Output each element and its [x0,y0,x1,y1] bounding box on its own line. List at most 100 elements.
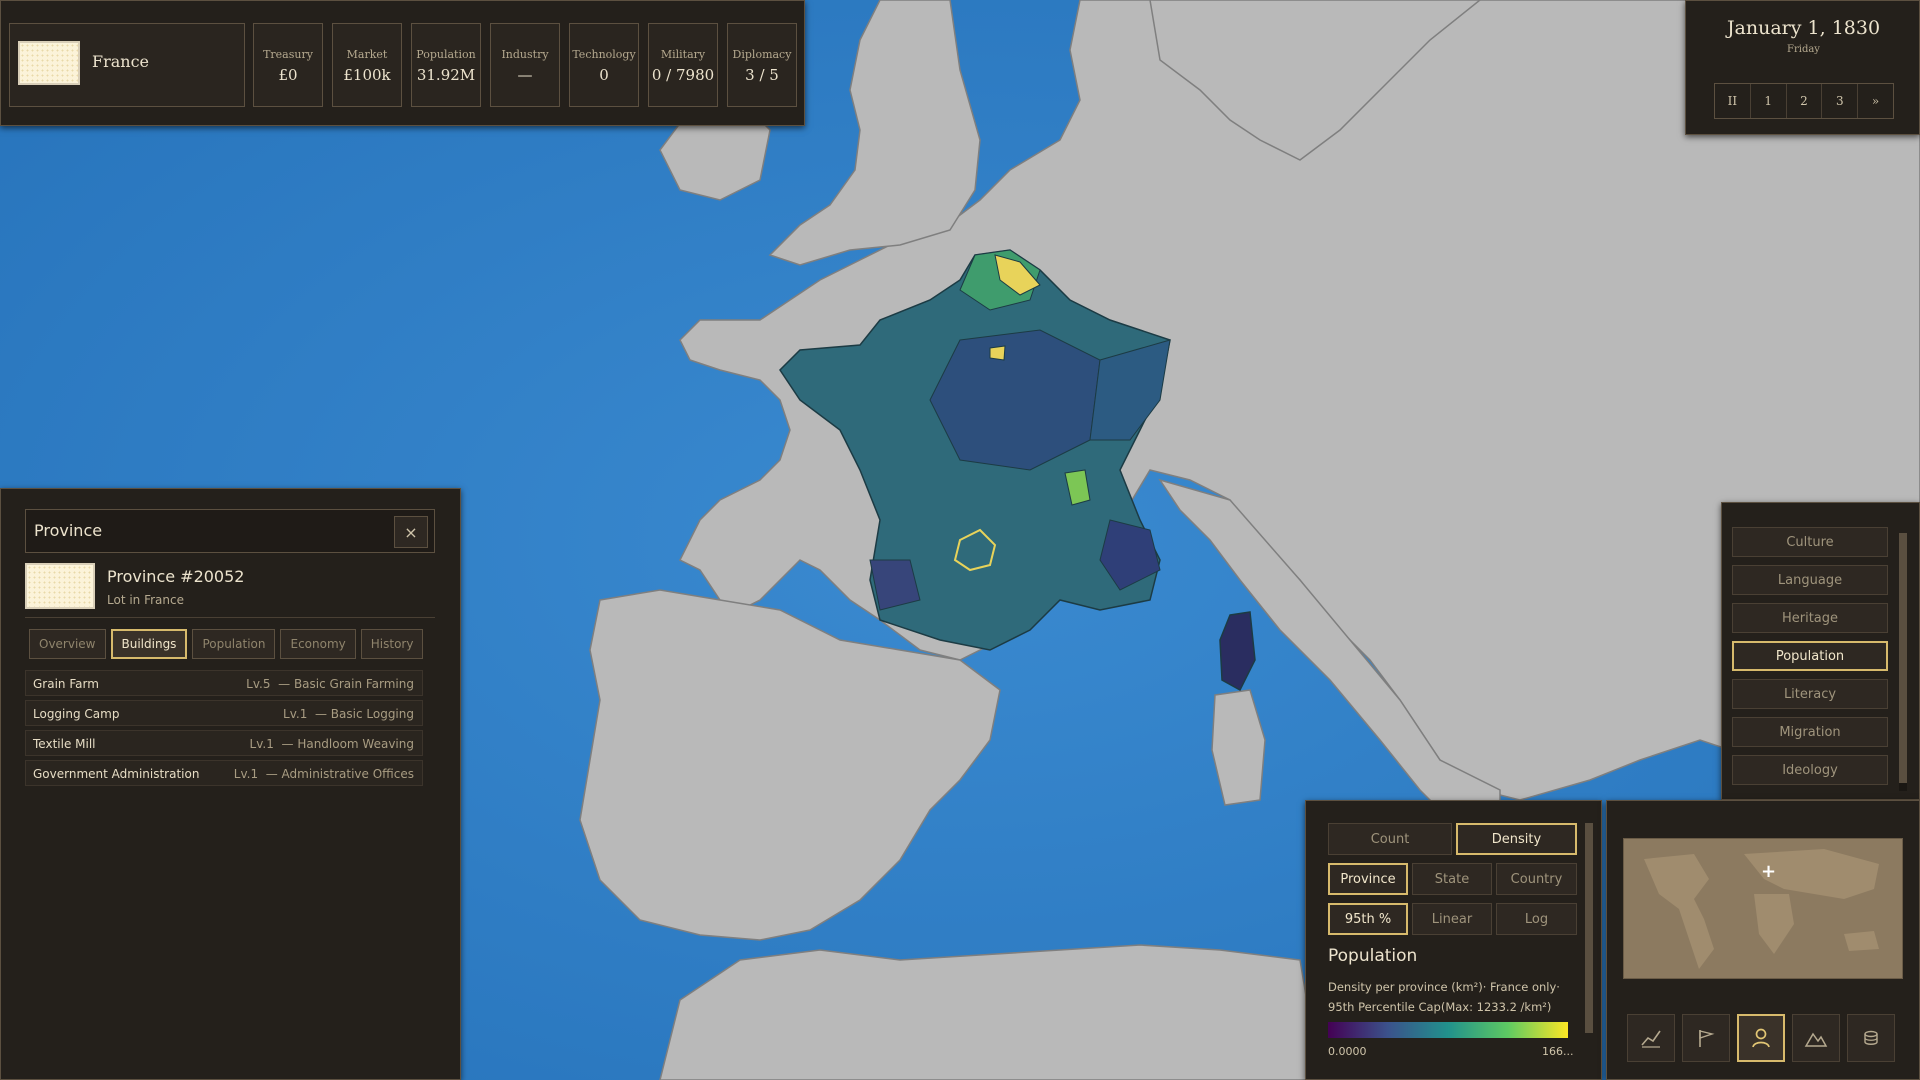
france-region-paris[interactable] [989,345,1006,361]
tab-buildings[interactable]: Buildings [110,629,188,659]
scale-linear-button[interactable]: Linear [1412,903,1492,935]
legend-scrollbar[interactable] [1585,823,1593,1033]
person-icon [1752,1028,1770,1048]
stat-value: 0 / 7980 [651,66,715,84]
stat-value: 0 [599,66,609,84]
legend-description-line: 95th Percentile Cap(Max: 1233.2 /km²) [1328,1000,1552,1014]
minimap-americas [1644,854,1714,969]
stat-military[interactable]: Military 0 / 7980 [648,23,718,107]
layers-scrollbar[interactable] [1899,533,1907,791]
stat-treasury[interactable]: Treasury £0 [253,23,323,107]
list-item[interactable]: Logging Camp Lv.1 — Basic Logging [25,700,423,726]
stat-value: 31.92M [416,66,476,84]
scope-country-button[interactable]: Country [1496,863,1577,895]
layer-language[interactable]: Language [1732,565,1888,595]
chart-icon [1641,1030,1661,1048]
country-flag[interactable] [18,41,80,85]
pause-button[interactable]: II [1715,84,1751,118]
province-panel: Province × Province #20052 Lot in France… [0,488,461,1080]
speed-1-button[interactable]: 1 [1751,84,1787,118]
layer-heritage[interactable]: Heritage [1732,603,1888,633]
stat-label: Military [660,48,706,61]
province-tabs: Overview Buildings Population Economy Hi… [29,629,424,659]
legend-panel: Count Density Province State Country 95t… [1305,800,1602,1080]
map-layers-panel: Culture Language Heritage Population Lit… [1721,502,1920,800]
building-method: — Handloom Weaving [281,737,415,751]
economy-button[interactable] [1847,1014,1895,1062]
stat-industry[interactable]: Industry — [490,23,560,107]
layer-ideology[interactable]: Ideology [1732,755,1888,785]
scale-min-label: 0.0000 [1328,1045,1367,1058]
chart-button[interactable] [1627,1014,1675,1062]
stat-value: £0 [278,66,298,84]
building-level-value: Lv.1 [283,707,308,721]
list-item[interactable]: Grain Farm Lv.5 — Basic Grain Farming [25,670,423,696]
building-level: Lv.5 — Basic Grain Farming [246,677,414,691]
fast-forward-button[interactable]: » [1858,84,1893,118]
flag-button[interactable] [1682,1014,1730,1062]
scope-province-button[interactable]: Province [1328,863,1408,895]
stat-value: — [517,66,533,84]
stat-diplomacy[interactable]: Diplomacy 3 / 5 [727,23,797,107]
close-icon: × [404,522,418,542]
stat-label: Diplomacy [732,48,792,61]
stat-value: £100k [343,66,391,84]
stat-value: 3 / 5 [745,66,779,84]
minimap[interactable]: + [1623,838,1903,979]
viewport-marker-icon: + [1761,861,1777,882]
mode-density-button[interactable]: Density [1456,823,1577,855]
scope-state-button[interactable]: State [1412,863,1492,895]
stat-label: Market [346,48,388,61]
list-item[interactable]: Textile Mill Lv.1 — Handloom Weaving [25,730,423,756]
scale-95th-button[interactable]: 95th % [1328,903,1408,935]
close-button[interactable]: × [394,516,428,548]
building-name: Logging Camp [33,707,120,721]
top-bar: France Treasury £0 Market £100k Populati… [0,0,805,126]
tab-population[interactable]: Population [192,629,276,659]
weekday-display: Friday [1787,44,1820,55]
layer-literacy[interactable]: Literacy [1732,679,1888,709]
minimap-africa [1754,894,1794,954]
scale-log-button[interactable]: Log [1496,903,1577,935]
building-method: — Administrative Offices [265,767,414,781]
province-panel-title: Province [34,521,103,540]
building-name: Grain Farm [33,677,99,691]
list-item[interactable]: Government Administration Lv.1 — Adminis… [25,760,423,786]
province-flag [25,563,95,609]
country-selector[interactable]: France [9,23,245,107]
country-name: France [92,52,150,71]
buildings-list: Grain Farm Lv.5 — Basic Grain Farming Lo… [25,670,423,790]
scrollbar-thumb[interactable] [1899,533,1907,783]
scale-max-label: 166... [1542,1045,1574,1058]
building-level: Lv.1 — Administrative Offices [234,767,414,781]
building-name: Textile Mill [33,737,96,751]
coins-icon [1864,1030,1878,1045]
stat-label: Technology [572,48,636,61]
stat-population[interactable]: Population 31.92M [411,23,481,107]
province-name: Province #20052 [107,567,245,586]
land-north-africa[interactable] [659,944,1321,1080]
legend-title: Population [1328,946,1418,966]
stat-label: Industry [501,48,549,61]
terrain-button[interactable] [1792,1014,1840,1062]
minimap-panel: + [1606,800,1920,1080]
color-scale-bar [1328,1022,1568,1038]
building-level: Lv.1 — Handloom Weaving [250,737,414,751]
date-display: January 1, 1830 [1726,17,1881,39]
flag-icon [1699,1030,1715,1047]
tab-economy[interactable]: Economy [280,629,356,659]
layer-population[interactable]: Population [1732,641,1888,671]
province-panel-header: Province × [25,509,435,553]
tab-overview[interactable]: Overview [29,629,106,659]
layer-migration[interactable]: Migration [1732,717,1888,747]
person-button[interactable] [1737,1014,1785,1062]
speed-2-button[interactable]: 2 [1787,84,1823,118]
stat-technology[interactable]: Technology 0 [569,23,639,107]
layer-culture[interactable]: Culture [1732,527,1888,557]
legend-description-line: Density per province (km²)· France only· [1328,980,1560,994]
mode-count-button[interactable]: Count [1328,823,1452,855]
stat-market[interactable]: Market £100k [332,23,402,107]
tab-history[interactable]: History [360,629,424,659]
province-subtitle: Lot in France [107,593,184,607]
speed-3-button[interactable]: 3 [1822,84,1859,118]
